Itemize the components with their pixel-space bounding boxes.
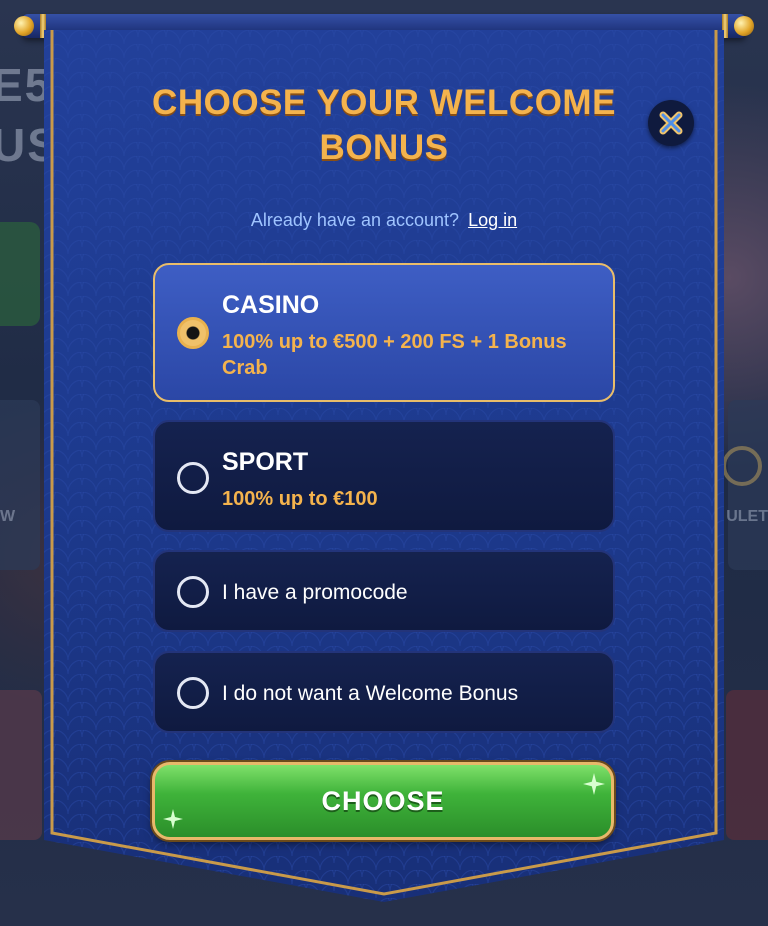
option-title: CASINO — [222, 291, 320, 319]
background-label: ULET — [726, 508, 768, 525]
background-label: W — [0, 508, 16, 525]
radio-button[interactable] — [177, 462, 209, 494]
modal-title: CHOOSE YOUR WELCOME BONUS — [152, 83, 616, 167]
option-description: 100% up to €100 — [222, 488, 378, 510]
radio-button[interactable] — [177, 677, 209, 709]
background-game-tile — [726, 690, 768, 840]
option-label: I do not want a Welcome Bonus — [222, 682, 519, 705]
option-sport[interactable]: SPORT 100% up to €100 — [153, 420, 615, 532]
option-description: 100% up to €500 + 200 FS + 1 Bonus Crab — [222, 331, 567, 379]
background-game-tile — [0, 690, 42, 840]
sparkle-icon — [163, 809, 183, 829]
login-prompt-text: Already have an account? — [250, 210, 460, 230]
welcome-bonus-modal: CHOOSE YOUR WELCOME BONUS Already have a… — [40, 30, 728, 914]
sparkle-icon — [583, 773, 605, 795]
option-label: I have a promocode — [222, 581, 408, 604]
radio-button[interactable] — [177, 576, 209, 608]
option-no-bonus[interactable]: I do not want a Welcome Bonus — [153, 651, 615, 733]
choose-button[interactable]: CHOOSE — [152, 762, 614, 840]
radio-button-selected[interactable] — [177, 317, 209, 349]
choose-button-label: CHOOSE — [321, 785, 445, 816]
background-button — [0, 222, 40, 326]
roulette-icon — [722, 446, 762, 486]
option-casino[interactable]: CASINO 100% up to €500 + 200 FS + 1 Bonu… — [153, 263, 615, 402]
option-title: SPORT — [222, 448, 309, 476]
login-link[interactable]: Log in — [468, 210, 517, 230]
close-button[interactable] — [648, 100, 694, 146]
background-tile — [0, 400, 40, 570]
rod-cap — [734, 16, 754, 36]
rod-cap — [14, 16, 34, 36]
close-x-icon — [659, 111, 683, 135]
option-promocode[interactable]: I have a promocode — [153, 550, 615, 632]
login-prompt-row: Already have an account? Log in — [40, 210, 728, 231]
